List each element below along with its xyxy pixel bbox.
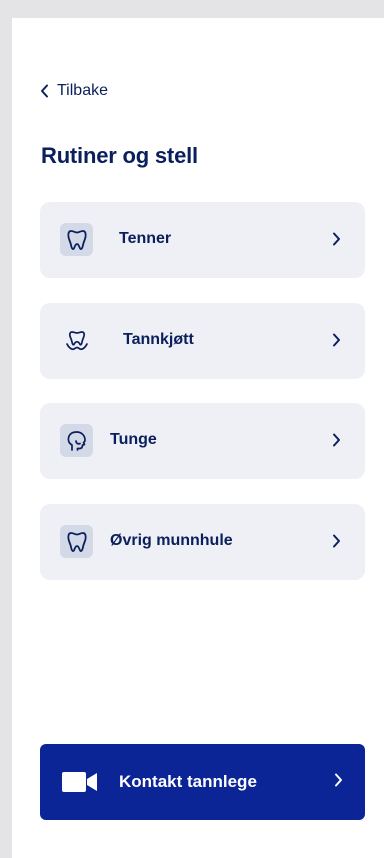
chevron-right-icon xyxy=(334,773,343,792)
screen: Tilbake Rutiner og stell Tenner Tannkjøt… xyxy=(12,18,384,858)
contact-dentist-button[interactable]: Kontakt tannlege xyxy=(40,744,365,820)
tooth-icon xyxy=(60,525,93,558)
list-item-tenner[interactable]: Tenner xyxy=(40,202,365,278)
chevron-right-icon xyxy=(332,333,341,352)
chevron-right-icon xyxy=(332,534,341,553)
list-item-ovrig-munnhule[interactable]: Øvrig munnhule xyxy=(40,504,365,580)
tooth-icon xyxy=(60,223,93,256)
list-item-tannkjott[interactable]: Tannkjøtt xyxy=(40,303,365,379)
page-title: Rutiner og stell xyxy=(41,143,198,168)
list-item-label: Tenner xyxy=(119,230,172,247)
contact-dentist-label: Kontakt tannlege xyxy=(119,772,257,791)
back-link[interactable]: Tilbake xyxy=(40,82,108,100)
tongue-head-icon xyxy=(60,424,93,457)
list-item-tunge[interactable]: Tunge xyxy=(40,403,365,479)
chevron-left-icon xyxy=(40,84,49,98)
back-label: Tilbake xyxy=(57,82,108,99)
video-camera-icon xyxy=(62,771,98,798)
list-item-label: Tunge xyxy=(110,431,157,448)
gums-icon xyxy=(60,324,93,357)
chevron-right-icon xyxy=(332,232,341,251)
list-item-label: Tannkjøtt xyxy=(123,331,194,348)
list-item-label: Øvrig munnhule xyxy=(110,532,233,549)
chevron-right-icon xyxy=(332,433,341,452)
